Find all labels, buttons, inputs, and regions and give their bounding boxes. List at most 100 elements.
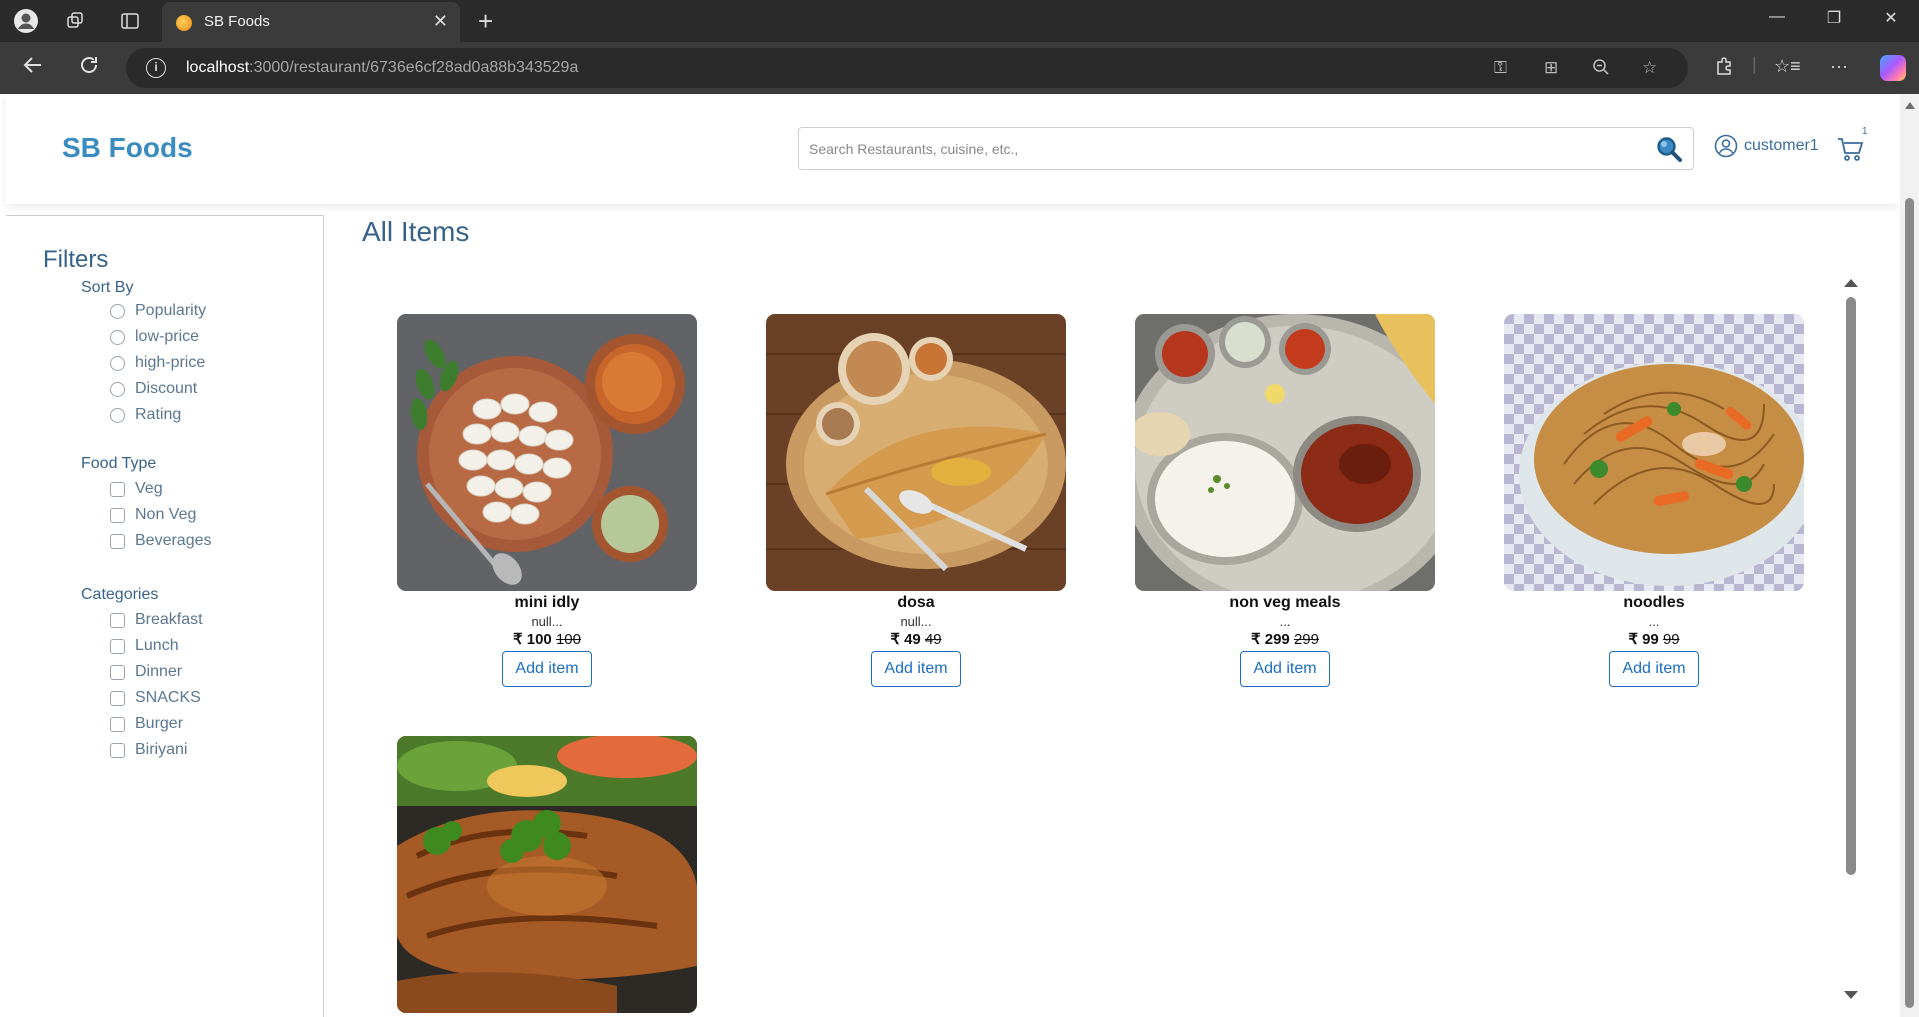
item-description: null... [531, 614, 563, 629]
checkbox[interactable] [110, 481, 125, 497]
refresh-icon[interactable] [78, 54, 100, 82]
add-item-button[interactable]: Add item [871, 651, 961, 687]
url-field[interactable]: i localhost:3000/restaurant/6736e6cf28ad… [126, 48, 1688, 88]
item-current-price: ₹ 299 [1251, 631, 1290, 648]
radio-button[interactable] [110, 303, 125, 319]
key-icon[interactable]: ⚿ [1494, 58, 1507, 78]
radio-button[interactable] [110, 381, 125, 397]
category-breakfast[interactable]: Breakfast [110, 611, 203, 629]
item-image [1135, 314, 1435, 591]
sort-option-high-price[interactable]: high-price [110, 354, 205, 372]
item-name: noodles [1623, 594, 1685, 611]
category-biriyani[interactable]: Biriyani [110, 741, 187, 759]
scroll-up-arrow-icon[interactable] [1844, 279, 1858, 287]
option-label: Popularity [135, 302, 207, 319]
item-price: ₹ 99 99 [1504, 630, 1804, 648]
scroll-down-arrow-icon[interactable] [1844, 991, 1858, 999]
option-label: Lunch [135, 637, 179, 654]
option-label: Breakfast [135, 611, 203, 628]
search-icon[interactable] [1655, 135, 1683, 163]
sort-option-discount[interactable]: Discount [110, 380, 197, 398]
category-lunch[interactable]: Lunch [110, 637, 179, 655]
radio-button[interactable] [110, 407, 125, 423]
checkbox[interactable] [110, 612, 125, 628]
radio-button[interactable] [110, 355, 125, 371]
option-label: Burger [135, 715, 184, 732]
user-avatar-icon [1714, 134, 1738, 158]
back-icon[interactable] [22, 54, 44, 82]
brand-logo[interactable]: SB Foods [62, 132, 193, 164]
zoom-icon[interactable] [1592, 58, 1610, 81]
item-name: dosa [897, 594, 935, 611]
option-label: Veg [135, 480, 163, 497]
category-burger[interactable]: Burger [110, 715, 183, 733]
item-original-price: 49 [924, 631, 942, 648]
scrollbar-thumb[interactable] [1846, 297, 1856, 875]
tab-sb-foods[interactable]: SB Foods ✕ [162, 2, 460, 42]
checkbox[interactable] [110, 533, 125, 549]
food-type-non-veg[interactable]: Non Veg [110, 506, 196, 524]
item-description: ... [1648, 614, 1660, 629]
restore-icon[interactable]: ❐ [1819, 8, 1849, 28]
food-type-title: Food Type [81, 455, 157, 472]
copilot-icon[interactable] [1880, 55, 1906, 81]
add-item-button[interactable]: Add item [1609, 651, 1699, 687]
item-image [397, 314, 697, 591]
favorites-icon[interactable]: ☆≡ [1774, 56, 1801, 77]
category-snacks[interactable]: SNACKS [110, 689, 201, 707]
item-current-price: ₹ 49 [890, 631, 921, 648]
item-image [397, 736, 697, 1013]
option-label: high-price [135, 354, 206, 371]
favorite-star-icon[interactable]: ☆ [1642, 58, 1657, 78]
categories-title: Categories [81, 586, 159, 603]
checkbox[interactable] [110, 638, 125, 654]
site-info-icon[interactable]: i [146, 58, 166, 78]
close-tab-icon[interactable]: ✕ [433, 11, 448, 32]
checkbox[interactable] [110, 742, 125, 758]
sort-option-low-price[interactable]: low-price [110, 328, 199, 346]
new-tab-icon[interactable]: + [478, 6, 493, 37]
profile-icon[interactable] [12, 8, 40, 34]
extensions-icon[interactable] [1714, 56, 1734, 81]
sort-by-title: Sort By [81, 279, 134, 296]
checkbox[interactable] [110, 507, 125, 523]
app-available-icon[interactable]: ⊞ [1544, 58, 1558, 78]
url-path: :3000/restaurant/6736e6cf28ad0a88b343529… [249, 59, 579, 76]
food-type-veg[interactable]: Veg [110, 480, 163, 498]
cart-icon[interactable] [1836, 136, 1866, 162]
more-menu-icon[interactable]: ··· [1830, 56, 1848, 77]
minimize-icon[interactable]: — [1762, 8, 1792, 26]
favicon-icon [176, 15, 192, 31]
sort-option-popularity[interactable]: Popularity [110, 302, 206, 320]
item-price: ₹ 100 100 [397, 630, 697, 648]
workspaces-icon[interactable] [62, 8, 90, 34]
checkbox[interactable] [110, 690, 125, 706]
item-card [397, 736, 697, 1013]
search-input[interactable] [799, 128, 1639, 169]
items-scrollbar[interactable] [1844, 279, 1858, 999]
food-type-beverages[interactable]: Beverages [110, 532, 212, 550]
page-viewport: SB Foods customer1 1 Filters Sort By Pop… [6, 94, 1900, 1017]
item-original-price: 99 [1662, 631, 1680, 648]
add-item-button[interactable]: Add item [502, 651, 592, 687]
item-original-price: 299 [1293, 631, 1319, 648]
item-card: non veg meals ... ₹ 299 299 Add item [1135, 314, 1435, 687]
user-profile[interactable]: customer1 [1714, 134, 1819, 158]
filters-title: Filters [43, 246, 109, 273]
add-item-button[interactable]: Add item [1240, 651, 1330, 687]
sort-option-rating[interactable]: Rating [110, 406, 181, 424]
category-dinner[interactable]: Dinner [110, 663, 182, 681]
page-scrollbar[interactable] [1900, 94, 1919, 1017]
checkbox[interactable] [110, 716, 125, 732]
item-price: ₹ 299 299 [1135, 630, 1435, 648]
checkbox[interactable] [110, 664, 125, 680]
site-header: SB Foods customer1 1 [6, 94, 1900, 204]
radio-button[interactable] [110, 329, 125, 345]
item-image [1504, 314, 1804, 591]
page-scrollbar-thumb[interactable] [1905, 198, 1914, 1008]
close-window-icon[interactable]: ✕ [1876, 8, 1906, 28]
tab-actions-icon[interactable] [116, 8, 144, 34]
item-card: noodles ... ₹ 99 99 Add item [1504, 314, 1804, 687]
scroll-up-arrow-icon[interactable] [1905, 102, 1915, 109]
item-name: mini idly [514, 594, 580, 611]
